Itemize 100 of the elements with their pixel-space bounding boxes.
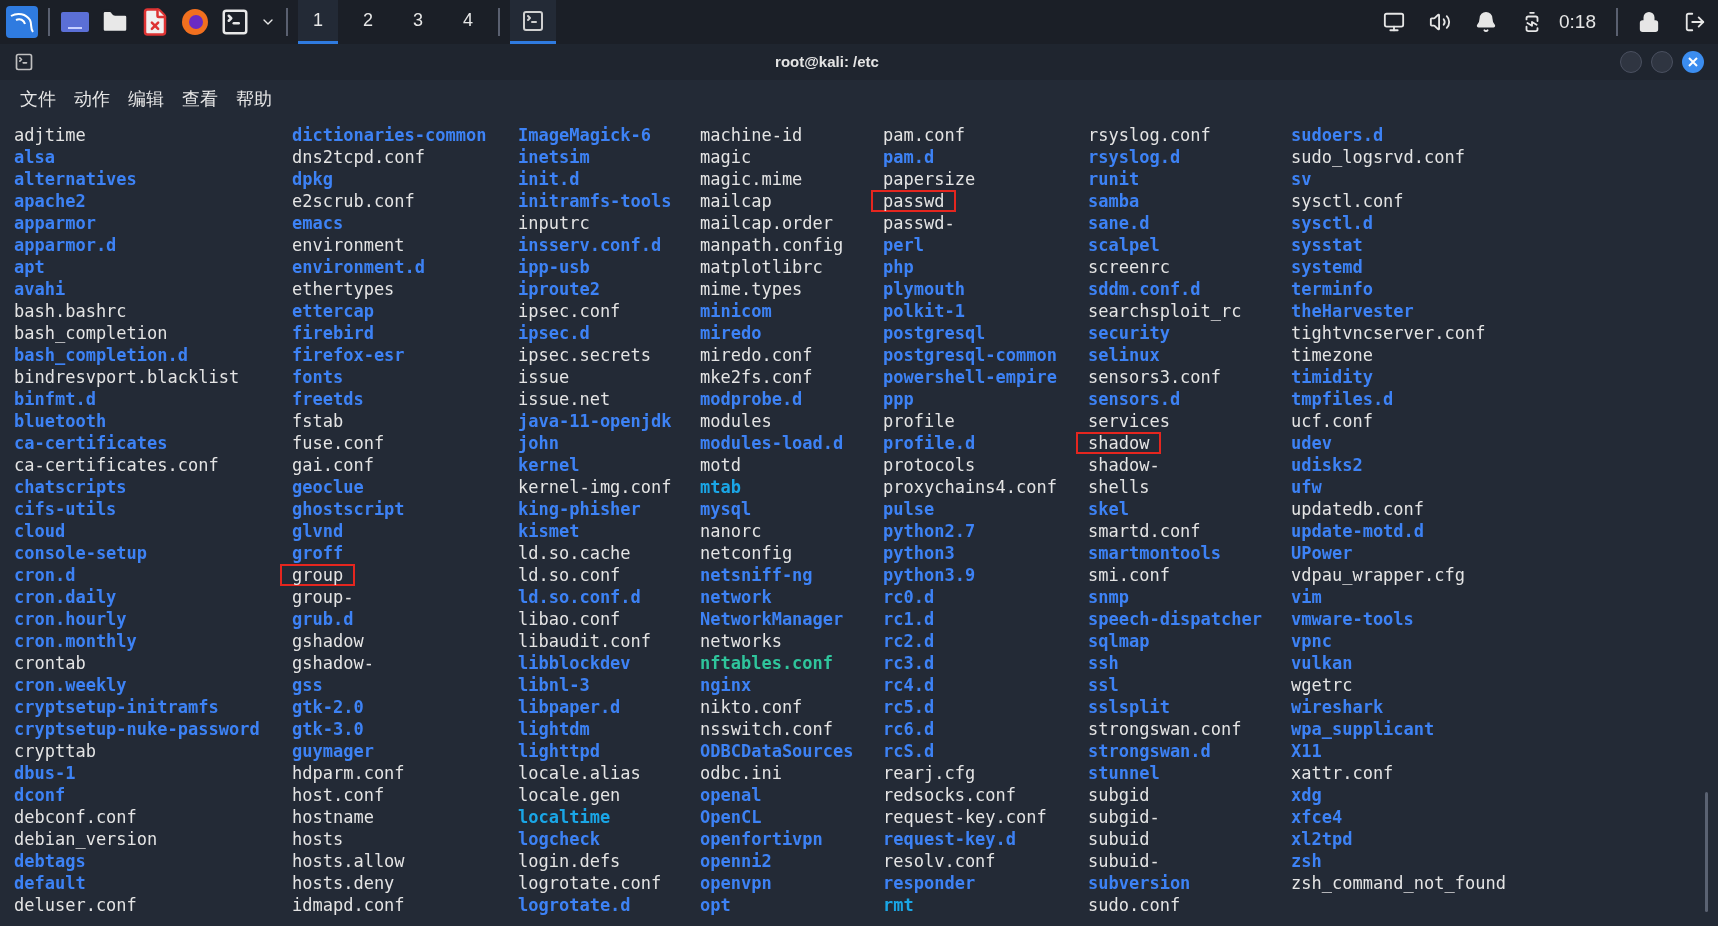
file-entry: kismet — [518, 521, 580, 541]
file-entry: inputrc — [518, 213, 590, 233]
file-entry: subgid — [1088, 785, 1150, 805]
file-entry: cron.daily — [14, 587, 117, 607]
close-button[interactable] — [1682, 51, 1704, 73]
file-entry: firebird — [292, 323, 374, 343]
file-entry: rsyslog.conf — [1088, 125, 1211, 145]
menu-item[interactable]: 文件 — [14, 85, 62, 113]
file-entry: pam.conf — [883, 125, 965, 145]
file-entry: shadow- — [1088, 455, 1160, 475]
file-entry: vmware-tools — [1291, 609, 1414, 629]
file-entry: logrotate.conf — [518, 873, 662, 893]
file-entry: magic — [700, 147, 752, 167]
window-task-button[interactable] — [510, 0, 556, 44]
file-entry: screenrc — [1088, 257, 1170, 277]
menu-item[interactable]: 帮助 — [230, 85, 278, 113]
file-entry: guymager — [292, 741, 374, 761]
file-entry: e2scrub.conf — [292, 191, 415, 211]
clock[interactable]: 0:18 — [1559, 7, 1596, 37]
file-entry: sudo_logsrvd.conf — [1291, 147, 1465, 167]
file-entry: miredo — [700, 323, 762, 343]
file-entry: fuse.conf — [292, 433, 385, 453]
menu-item[interactable]: 查看 — [176, 85, 224, 113]
file-entry: ssl — [1088, 675, 1119, 695]
file-entry: sysctl.d — [1291, 213, 1373, 233]
file-entry: init.d — [518, 169, 580, 189]
file-entry: libpaper.d — [518, 697, 621, 717]
workspace-button[interactable]: 2 — [348, 0, 388, 44]
file-entry: ld.so.conf — [518, 565, 621, 585]
file-entry: modules — [700, 411, 772, 431]
file-entry: security — [1088, 323, 1170, 343]
file-entry: passwd — [871, 190, 957, 212]
workspace-button[interactable]: 3 — [398, 0, 438, 44]
file-entry: locale.gen — [518, 785, 621, 805]
menu-item[interactable]: 编辑 — [122, 85, 170, 113]
file-entry: tmpfiles.d — [1291, 389, 1394, 409]
file-entry: mtab — [700, 477, 741, 497]
file-entry: sane.d — [1088, 213, 1150, 233]
file-entry: java-11-openjdk — [518, 411, 672, 431]
file-entry: mke2fs.conf — [700, 367, 813, 387]
file-entry: sv — [1291, 169, 1312, 189]
file-entry: stunnel — [1088, 763, 1160, 783]
scroll-bar[interactable] — [1705, 792, 1708, 912]
file-entry: ca-certificates — [14, 433, 168, 453]
file-entry: xfce4 — [1291, 807, 1343, 827]
file-entry: openvpn — [700, 873, 772, 893]
file-entry: subgid- — [1088, 807, 1160, 827]
workspace-button[interactable]: 4 — [448, 0, 488, 44]
file-entry: cryptsetup-initramfs — [14, 697, 219, 717]
display-icon[interactable] — [1383, 11, 1405, 33]
workspace-button[interactable]: 1 — [298, 0, 338, 44]
file-entry: python3.9 — [883, 565, 976, 585]
file-entry: zsh — [1291, 851, 1322, 871]
file-entry: crontab — [14, 653, 86, 673]
file-entry: network — [700, 587, 772, 607]
kali-logo-icon[interactable] — [6, 6, 38, 38]
file-entry: networks — [700, 631, 782, 651]
file-entry: rmt — [883, 895, 914, 915]
terminal-icon[interactable] — [220, 7, 250, 37]
file-entry: openni2 — [700, 851, 772, 871]
file-entry: subuid- — [1088, 851, 1160, 871]
file-entry: localtime — [518, 807, 611, 827]
browser-icon[interactable] — [180, 7, 210, 37]
file-entry: libaudit.conf — [518, 631, 652, 651]
notification-bell-icon[interactable] — [1475, 11, 1497, 33]
file-entry: services — [1088, 411, 1170, 431]
file-entry: motd — [700, 455, 741, 475]
file-entry: pam.d — [883, 147, 935, 167]
logout-icon[interactable] — [1684, 11, 1706, 33]
file-entry: nikto.conf — [700, 697, 803, 717]
file-entry: debconf.conf — [14, 807, 137, 827]
file-entry: zsh_command_not_found — [1291, 873, 1506, 893]
file-entry: runit — [1088, 169, 1140, 189]
desktop-icon[interactable] — [60, 10, 90, 34]
file-entry: UPower — [1291, 543, 1353, 563]
file-entry: cron.monthly — [14, 631, 137, 651]
file-entry: ethertypes — [292, 279, 395, 299]
file-entry: wgetrc — [1291, 675, 1353, 695]
file-entry: ipsec.d — [518, 323, 590, 343]
file-entry: vpnc — [1291, 631, 1332, 651]
file-entry: group — [280, 564, 356, 586]
file-entry: default — [14, 873, 86, 893]
file-entry: issue — [518, 367, 570, 387]
file-entry: protocols — [883, 455, 976, 475]
file-entry: smi.conf — [1088, 565, 1170, 585]
lock-icon[interactable] — [1638, 11, 1660, 33]
file-entry: login.defs — [518, 851, 621, 871]
file-entry: ld.so.conf.d — [518, 587, 641, 607]
volume-icon[interactable] — [1429, 11, 1451, 33]
file-entry: request-key.d — [883, 829, 1017, 849]
file-entry: miredo.conf — [700, 345, 813, 365]
file-entry: updatedb.conf — [1291, 499, 1425, 519]
file-entry: gai.conf — [292, 455, 374, 475]
file-entry: X11 — [1291, 741, 1322, 761]
menu-item[interactable]: 动作 — [68, 85, 116, 113]
file-entry: papersize — [883, 169, 976, 189]
file-entry: snmp — [1088, 587, 1129, 607]
file-entry: cron.hourly — [14, 609, 127, 629]
file-entry: rcS.d — [883, 741, 935, 761]
file-entry: lighttpd — [518, 741, 600, 761]
